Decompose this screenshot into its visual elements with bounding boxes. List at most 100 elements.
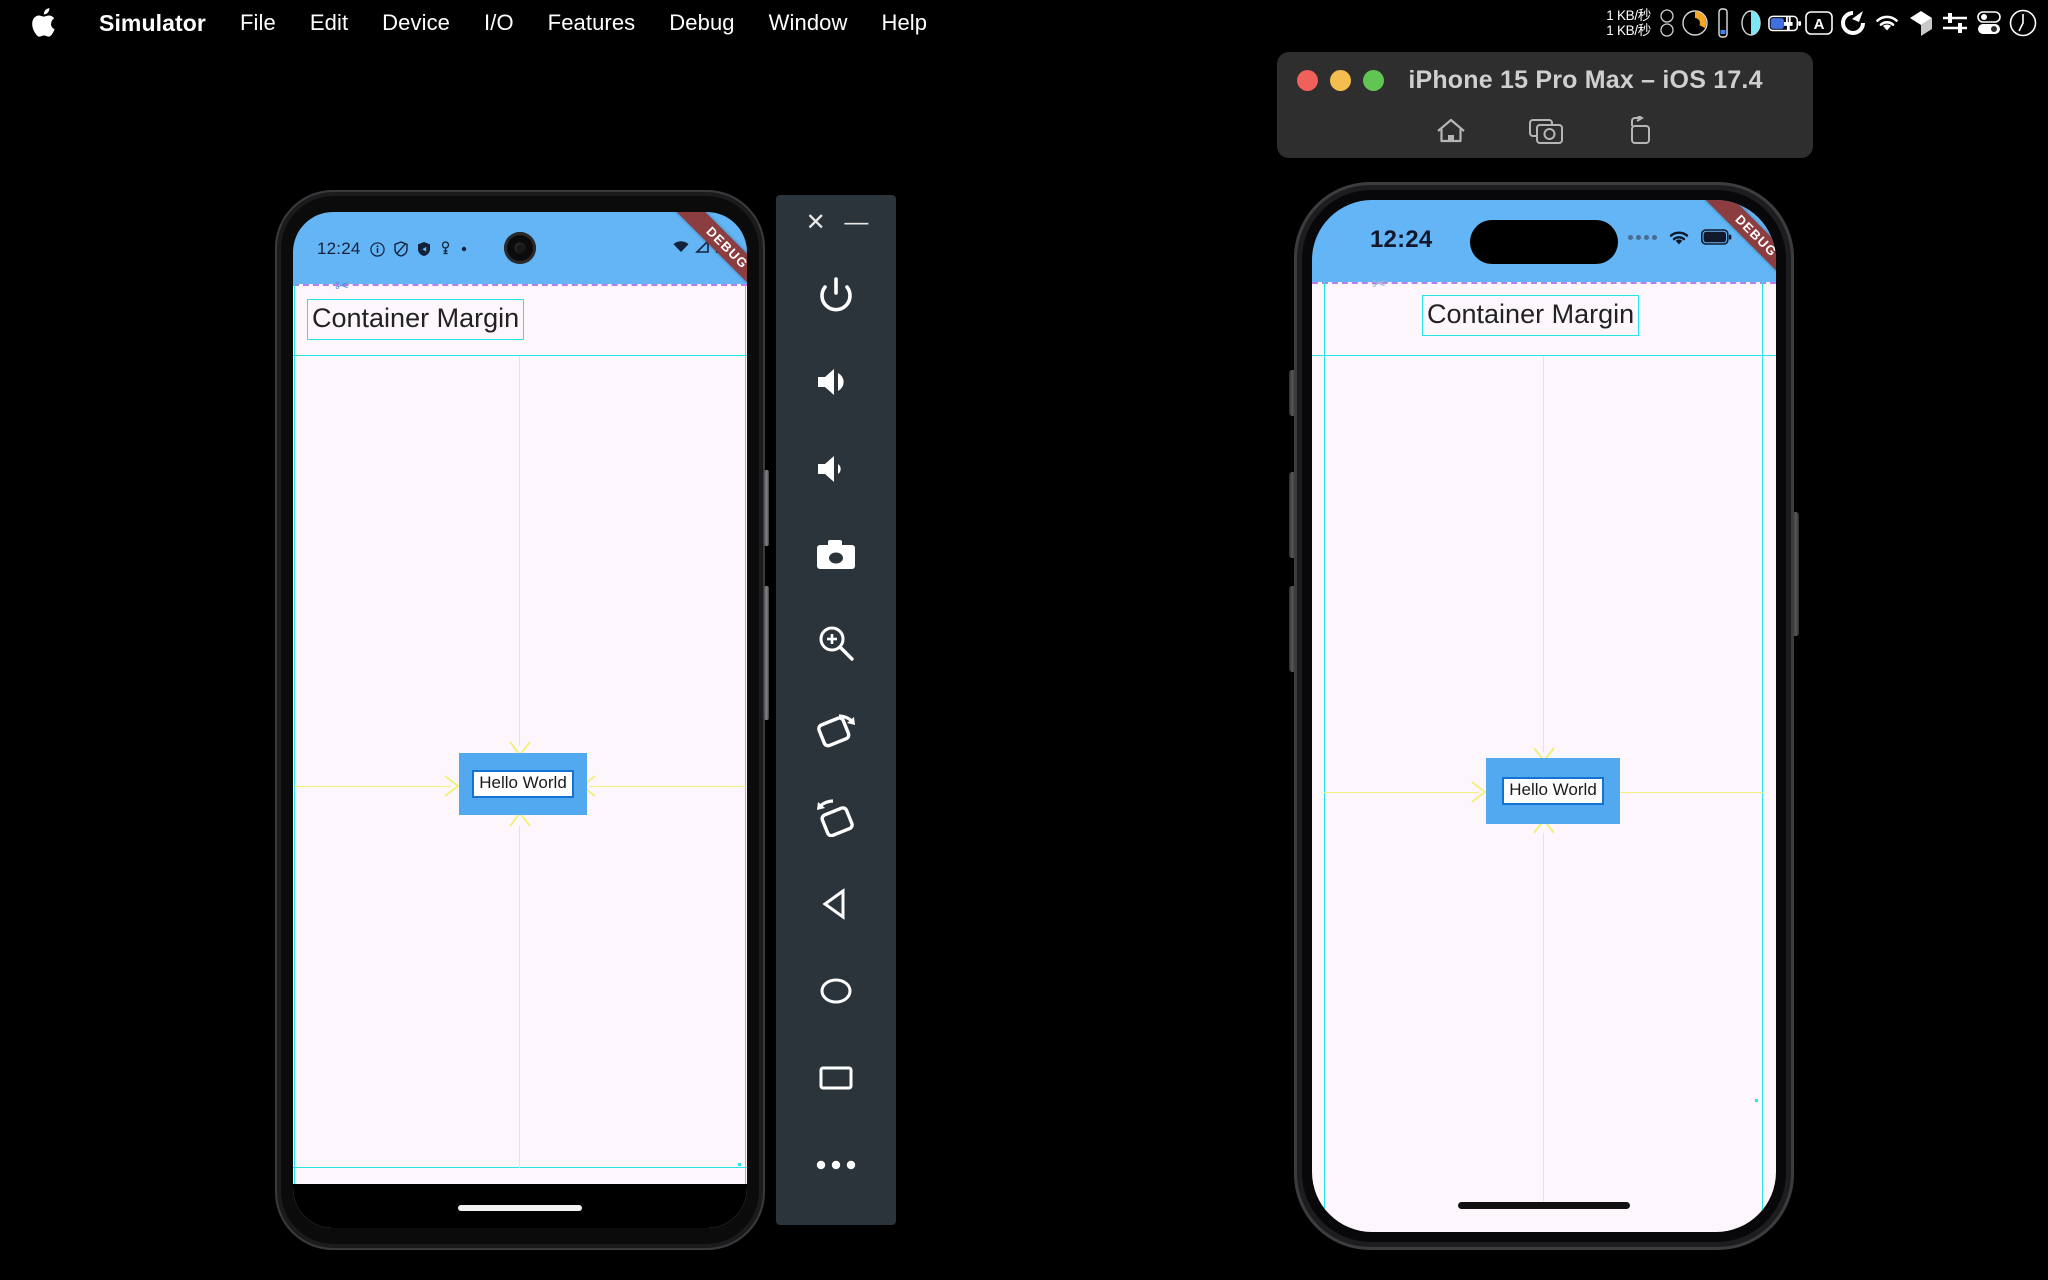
menu-item-file[interactable]: File	[223, 0, 293, 46]
simulator-titlebar[interactable]: iPhone 15 Pro Max – iOS 17.4	[1277, 52, 1813, 108]
back-icon[interactable]	[776, 860, 896, 947]
screenshot-icon[interactable]	[1529, 116, 1563, 146]
simulator-window-chrome: iPhone 15 Pro Max – iOS 17.4	[1277, 52, 1813, 158]
emulator-window-buttons: ✕ —	[776, 195, 896, 251]
battery-charging-icon[interactable]	[1768, 0, 1802, 46]
debug-guide-dashed-top	[293, 284, 747, 286]
debug-corner-marker	[1755, 1099, 1758, 1102]
simulator-toolbar	[1277, 108, 1813, 154]
close-window-button[interactable]	[1297, 69, 1318, 91]
android-camera-punch-hole	[504, 232, 536, 264]
home-icon[interactable]	[776, 947, 896, 1034]
debug-guide-solid-below-title	[293, 355, 747, 356]
menu-item-features[interactable]: Features	[531, 0, 653, 46]
android-status-left-icons	[369, 241, 468, 257]
rotate-right-icon[interactable]	[776, 773, 896, 860]
ios-status-right-icons	[1628, 228, 1732, 247]
rotate-icon[interactable]	[1625, 116, 1655, 146]
hello-world-label: Hello World	[1502, 777, 1604, 805]
emulator-button-list	[776, 251, 896, 1208]
debug-guide-left-edge	[294, 284, 295, 1184]
menu-item-edit[interactable]: Edit	[293, 0, 365, 46]
ios-power-button[interactable]	[1793, 512, 1799, 636]
screenshot-camera-icon[interactable]	[776, 512, 896, 599]
disk-gauge-icon[interactable]	[1734, 0, 1768, 46]
apple-logo-icon[interactable]	[30, 6, 60, 40]
control-center-icon[interactable]	[1972, 0, 2006, 46]
menu-item-io[interactable]: I/O	[467, 0, 531, 46]
svg-text:A: A	[1814, 16, 1825, 33]
debug-guide-left-edge	[1324, 282, 1325, 1232]
hello-world-container[interactable]: Hello World	[459, 753, 587, 815]
android-screen[interactable]: 12:24 ✂ Container Margin Hello World DEB…	[293, 212, 747, 1228]
network-upload-speed: 1 KB/秒	[1606, 23, 1651, 38]
shield-outline-icon	[393, 241, 408, 257]
debug-center-horizontal-line-right	[1609, 792, 1763, 793]
rotate-left-icon[interactable]	[776, 686, 896, 773]
simulator-window-title: iPhone 15 Pro Max – iOS 17.4	[1408, 65, 1763, 94]
android-power-button[interactable]	[764, 470, 769, 546]
android-status-right-icons	[672, 238, 725, 254]
zoom-window-button[interactable]	[1363, 69, 1384, 91]
dynamic-island	[1470, 220, 1618, 264]
ios-volume-up-button[interactable]	[1289, 472, 1295, 558]
network-speed-indicator[interactable]: 1 KB/秒 1 KB/秒	[1606, 8, 1651, 38]
ios-app-body	[1312, 282, 1776, 1232]
debug-guide-bottom-edge	[293, 1167, 747, 1168]
menu-item-window[interactable]: Window	[752, 0, 865, 46]
window-traffic-lights	[1297, 69, 1384, 91]
memory-bar-icon[interactable]	[1712, 0, 1734, 46]
battery-icon	[715, 238, 725, 253]
cpu-gauge-icon[interactable]	[1678, 0, 1712, 46]
dropbox-icon[interactable]	[1904, 0, 1938, 46]
container-margin-label: Container Margin	[1422, 295, 1640, 336]
hello-world-container[interactable]: Hello World	[1486, 758, 1620, 824]
menu-bar-status-area: 1 KB/秒 1 KB/秒 A	[1606, 0, 2040, 46]
ios-simulator-device: 12:24 ✂ Container Margin Hello World DEB…	[1289, 182, 1799, 1250]
menu-item-debug[interactable]: Debug	[652, 0, 751, 46]
home-icon[interactable]	[1435, 116, 1467, 146]
menu-item-simulator[interactable]: Simulator	[82, 0, 223, 46]
ios-silent-switch[interactable]	[1289, 370, 1295, 416]
overview-icon[interactable]	[776, 1034, 896, 1121]
macos-menu-bar: Simulator File Edit Device I/O Features …	[0, 0, 2048, 46]
ios-status-time: 12:24	[1370, 226, 1433, 253]
two-circles-icon[interactable]	[1656, 0, 1678, 46]
wifi-icon	[1669, 231, 1689, 245]
ios-volume-down-button[interactable]	[1289, 586, 1295, 672]
emulator-minimize-button[interactable]: —	[841, 211, 871, 235]
menu-item-device[interactable]: Device	[365, 0, 467, 46]
zoom-in-icon[interactable]	[776, 599, 896, 686]
menu-bar-items: Simulator File Edit Device I/O Features …	[0, 0, 944, 46]
debug-center-horizontal-line-left	[293, 786, 451, 787]
battery-icon	[1701, 229, 1732, 245]
android-home-indicator[interactable]	[458, 1205, 582, 1211]
android-emulator-device: 12:24 ✂ Container Margin Hello World DEB…	[275, 190, 769, 1250]
debug-center-vertical-line-top	[519, 356, 520, 746]
cellular-dots-icon	[1628, 235, 1657, 240]
volume-down-icon[interactable]	[776, 425, 896, 512]
android-status-time: 12:24	[317, 239, 361, 258]
wifi-icon	[673, 240, 689, 252]
sliders-icon[interactable]	[1938, 0, 1972, 46]
shield-filled-icon	[417, 242, 430, 256]
quick-record-icon[interactable]	[1836, 0, 1870, 46]
emulator-close-button[interactable]: ✕	[801, 211, 831, 235]
ios-screen[interactable]: 12:24 ✂ Container Margin Hello World DEB…	[1312, 200, 1776, 1232]
debug-center-horizontal-line-left	[1324, 792, 1479, 793]
clock-icon[interactable]	[2006, 0, 2040, 46]
wifi-icon[interactable]	[1870, 0, 1904, 46]
input-source-a-icon[interactable]: A	[1802, 0, 1836, 46]
scissors-overflow-icon: ✂	[335, 275, 350, 294]
more-icon[interactable]	[776, 1121, 896, 1208]
android-volume-button[interactable]	[764, 586, 769, 720]
debug-guide-right-edge	[1762, 282, 1763, 1232]
minimize-window-button[interactable]	[1330, 69, 1351, 91]
ios-home-indicator[interactable]	[1458, 1202, 1630, 1209]
menu-item-help[interactable]: Help	[864, 0, 944, 46]
network-download-speed: 1 KB/秒	[1606, 8, 1651, 23]
power-icon[interactable]	[776, 251, 896, 338]
debug-center-vertical-line-top	[1543, 356, 1544, 752]
volume-up-icon[interactable]	[776, 338, 896, 425]
android-emulator-toolbar: ✕ —	[776, 195, 896, 1225]
